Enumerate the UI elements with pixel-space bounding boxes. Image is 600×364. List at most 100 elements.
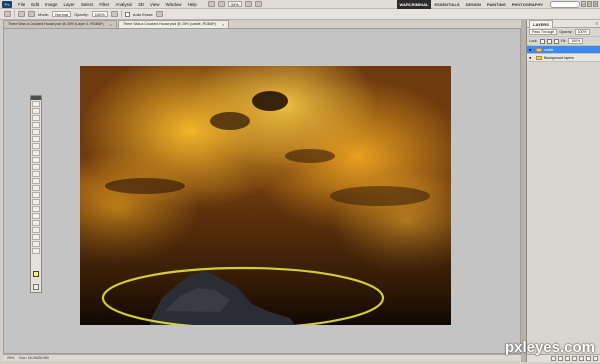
visibility-eye-icon[interactable]: ● [529,55,534,60]
zoom-tool-icon[interactable] [32,248,40,254]
document-tabs: There Was a Crooked House.psd @ 25% (Lay… [3,20,230,28]
auto-erase-checkbox[interactable] [124,11,130,17]
close-button[interactable]: × [593,1,598,7]
layer-mask-icon[interactable] [565,356,570,361]
image-canvas[interactable] [80,66,451,325]
foreground-color-swatch[interactable] [33,271,39,277]
document-tab-active[interactable]: There Was a Crooked House.psd @ 25% (cas… [117,20,230,28]
menu-item-3d[interactable]: 3D [135,0,147,9]
opacity-label: Opacity: [74,11,89,17]
link-layers-icon[interactable] [551,356,556,361]
eyedropper-tool-icon[interactable] [32,136,40,142]
gradient-tool-icon[interactable] [32,178,40,184]
layer-row-background-layers[interactable]: ● Background layers [527,54,600,62]
blur-tool-icon[interactable] [32,185,40,191]
mode-label: Mode: [38,11,50,17]
new-layer-icon[interactable] [586,356,591,361]
menu-item-help[interactable]: Help [185,0,200,9]
lasso-tool-icon[interactable] [32,115,40,121]
eraser-tool-icon[interactable] [32,171,40,177]
search-input[interactable] [550,1,580,8]
close-icon[interactable]: × [222,21,224,28]
history-brush-tool-icon[interactable] [32,164,40,170]
menu-item-edit[interactable]: Edit [28,0,42,9]
blend-opacity-row: Pass Through Opacity: 100% [527,28,600,37]
marquee-tool-icon[interactable] [32,108,40,114]
maximize-button[interactable]: □ [587,1,592,7]
3d-orbit-tool-icon[interactable] [32,234,40,240]
menu-item-layer[interactable]: Layer [61,0,78,9]
hand-tool-button[interactable] [244,1,252,7]
artwork [80,66,451,325]
layer-opacity-field[interactable]: 100% [574,29,590,35]
3d-rotate-tool-icon[interactable] [32,227,40,233]
tools-panel-header[interactable] [31,96,41,100]
workspace-warcriminal[interactable]: WARCRIMINAL [396,0,432,9]
menu-item-image[interactable]: Image [42,0,61,9]
new-group-icon[interactable] [579,356,584,361]
layer-row-castle[interactable]: ● castle [527,46,600,54]
move-tool-icon[interactable] [32,101,40,107]
crop-tool-icon[interactable] [32,129,40,135]
brush-tool-icon[interactable] [32,150,40,156]
menu-item-window[interactable]: Window [163,0,185,9]
launch-bridge-button[interactable] [207,1,215,7]
lock-transparency-icon[interactable] [539,38,545,44]
lock-pixels-icon[interactable] [546,38,552,44]
trash-icon[interactable] [593,356,598,361]
fill-label: Fill: [560,39,567,43]
photoshop-logo: Ps [2,0,12,8]
arrange-documents-button[interactable] [254,1,262,7]
shape-tool-icon[interactable] [32,220,40,226]
minimize-button[interactable]: – [581,1,586,7]
view-extras-button[interactable] [217,1,225,7]
path-selection-tool-icon[interactable] [32,213,40,219]
menu-item-filter[interactable]: Filter [96,0,112,9]
visibility-eye-icon[interactable]: ● [529,47,534,52]
tool-preset-picker[interactable] [4,11,11,17]
menu-item-analysis[interactable]: Analysis [112,0,135,9]
zoom-level-dropdown[interactable]: 33% [227,1,242,7]
opacity-field[interactable]: 100% [91,11,108,17]
fill-field[interactable]: 100% [568,38,584,44]
healing-brush-tool-icon[interactable] [32,143,40,149]
hand-tool-icon[interactable] [32,241,40,247]
brush-preset-picker[interactable] [18,11,25,17]
status-zoom[interactable]: 25% [7,356,14,360]
layer-style-icon[interactable] [558,356,563,361]
document-tab[interactable]: There Was a Crooked House.psd @ 25% (Lay… [3,20,117,28]
workspace-photography[interactable]: PHOTOGRAPHY [509,0,546,9]
menu-item-file[interactable]: File [15,0,28,9]
close-icon[interactable]: × [110,21,112,28]
adjustment-layer-icon[interactable] [572,356,577,361]
layer-name: castle [544,47,554,52]
clone-stamp-tool-icon[interactable] [32,157,40,163]
layers-tab[interactable]: LAYERS [529,19,553,28]
pressure-size-button[interactable] [155,11,163,17]
menu-item-view[interactable]: View [147,0,163,9]
workspace-essentials[interactable]: ESSENTIALS [431,0,462,9]
status-doc-info: Doc: 16.2M/94.8M [19,356,49,360]
layer-name: Background layers [544,55,574,60]
mode-dropdown[interactable]: Normal [52,11,72,17]
lock-label: Lock: [529,39,538,43]
quick-selection-tool-icon[interactable] [32,122,40,128]
type-tool-icon[interactable] [32,206,40,212]
watermark: pxleyes.com [504,339,595,356]
quick-mask-icon[interactable] [33,284,39,290]
folder-icon [536,55,542,60]
layers-panel: LAYERS ≡ Pass Through Opacity: 100% Lock… [526,19,600,362]
status-bar: 25% Doc: 16.2M/94.8M [3,354,521,361]
workspace-painting[interactable]: PAINTING [484,0,509,9]
pen-tool-icon[interactable] [32,199,40,205]
blend-mode-dropdown[interactable]: Pass Through [529,29,558,35]
pressure-opacity-button[interactable] [110,11,118,17]
menu-bar: Ps File Edit Image Layer Select Filter Analysi… [0,0,600,9]
panel-menu-icon[interactable]: ≡ [596,21,598,26]
lock-position-icon[interactable] [553,38,559,44]
dodge-tool-icon[interactable] [32,192,40,198]
menu-item-select[interactable]: Select [78,0,97,9]
workspace-design[interactable]: DESIGN [463,0,484,9]
layers-panel-tabbar: LAYERS ≡ [527,19,600,28]
brush-panel-toggle[interactable] [28,11,35,17]
